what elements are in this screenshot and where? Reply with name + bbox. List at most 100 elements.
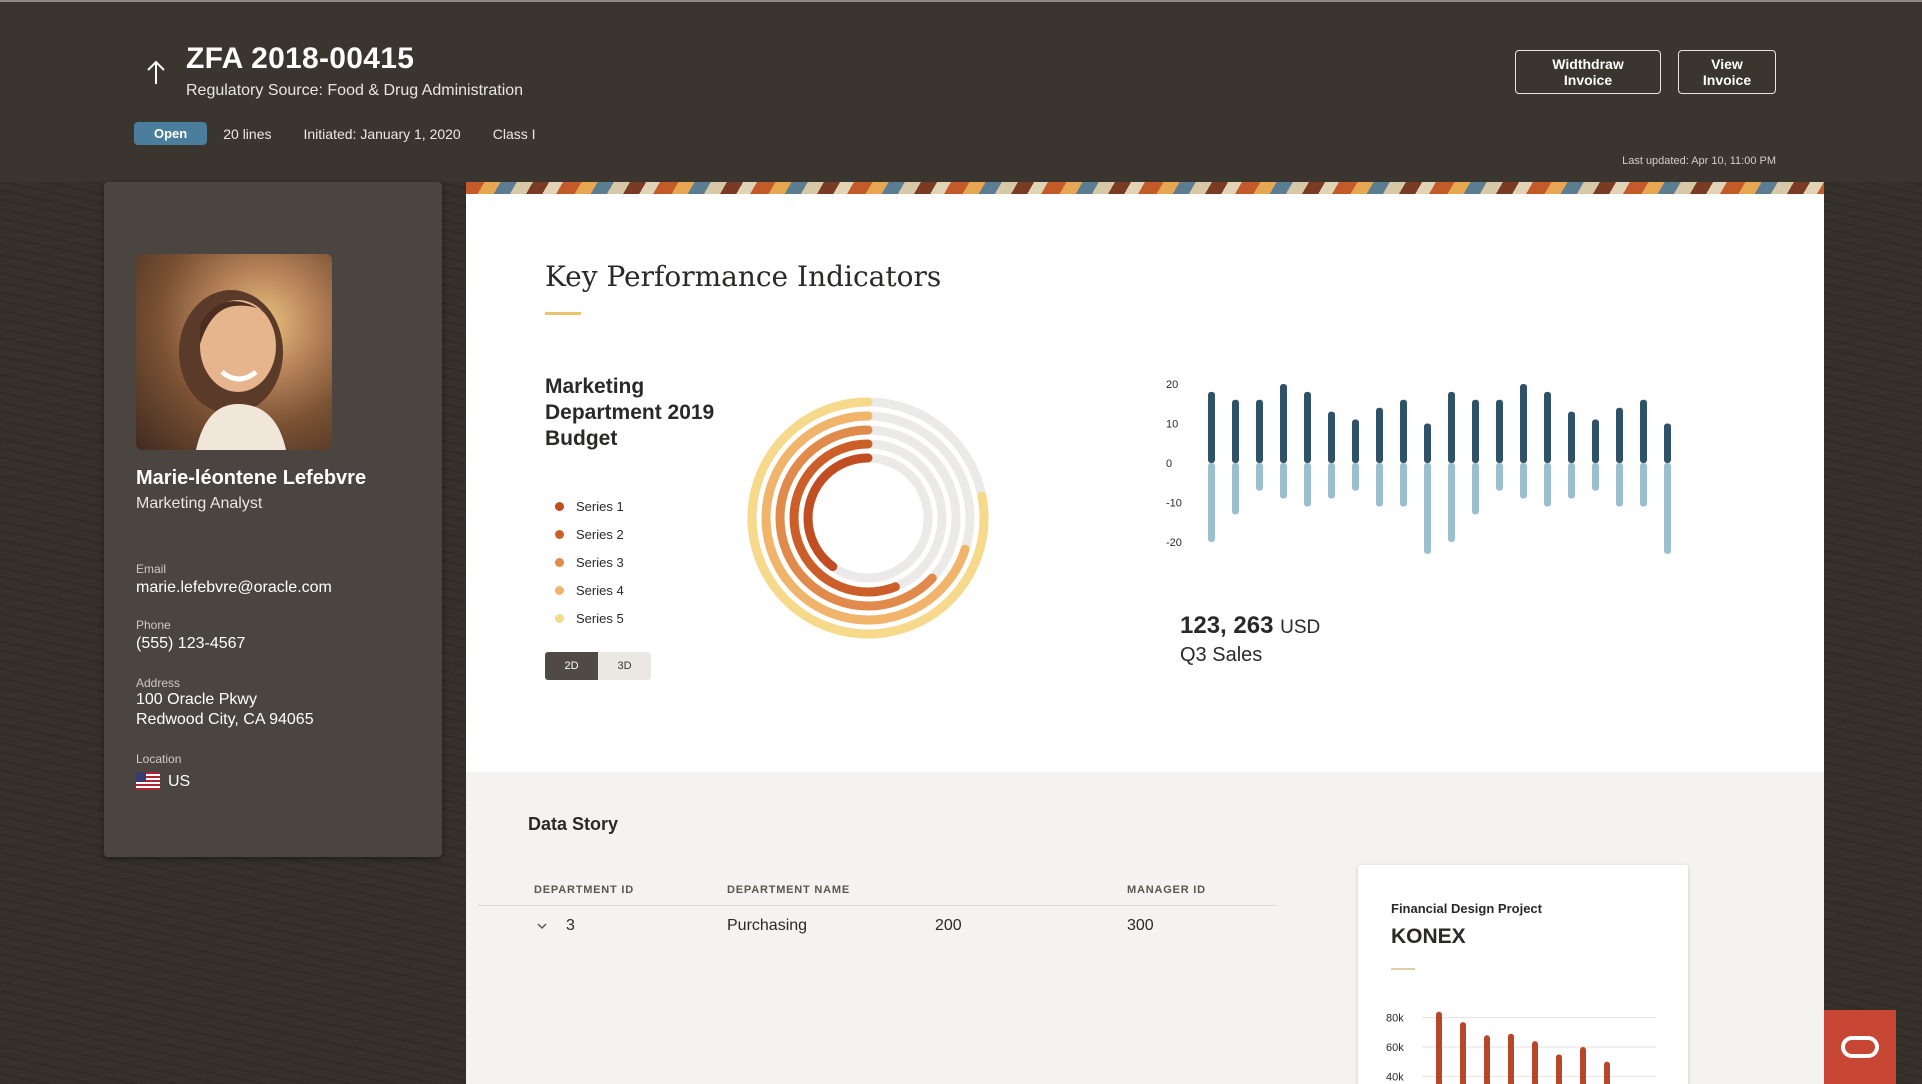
konex-bar[interactable]: [1460, 1022, 1466, 1084]
up-arrow-icon[interactable]: [145, 60, 167, 86]
bar-negative[interactable]: [1256, 463, 1263, 491]
bar-positive[interactable]: [1424, 423, 1431, 464]
kpi-title: Key Performance Indicators: [545, 260, 942, 293]
legend-item[interactable]: Series 3: [555, 548, 624, 576]
us-flag-icon: [136, 772, 160, 790]
withdraw-invoice-button[interactable]: Widthdraw Invoice: [1515, 50, 1661, 94]
bar-negative[interactable]: [1352, 463, 1359, 491]
bar-negative[interactable]: [1376, 463, 1383, 507]
bar-positive[interactable]: [1304, 391, 1311, 463]
konex-subtitle: Financial Design Project: [1391, 901, 1542, 916]
sales-unit: USD: [1280, 617, 1321, 638]
konex-bar[interactable]: [1508, 1033, 1514, 1084]
bar-negative[interactable]: [1520, 463, 1527, 499]
table-divider: [478, 905, 1276, 906]
bar-positive[interactable]: [1568, 411, 1575, 463]
profile-role: Marketing Analyst: [136, 495, 263, 512]
address-line1: 100 Oracle Pkwy: [136, 691, 257, 708]
konex-bar[interactable]: [1484, 1035, 1490, 1084]
bar-positive[interactable]: [1328, 411, 1335, 463]
bar-negative[interactable]: [1664, 463, 1671, 554]
legend-item[interactable]: Series 5: [555, 604, 624, 632]
bar-positive[interactable]: [1664, 423, 1671, 464]
bar-positive[interactable]: [1520, 384, 1527, 463]
konex-title: KONEX: [1391, 925, 1466, 948]
legend-label: Series 5: [576, 610, 624, 626]
legend-dot: [555, 585, 564, 595]
bar-negative[interactable]: [1424, 463, 1431, 554]
bar-positive[interactable]: [1592, 419, 1599, 463]
konex-bar[interactable]: [1604, 1061, 1610, 1084]
address-label: Address: [136, 676, 181, 690]
bar-positive[interactable]: [1496, 399, 1503, 463]
column-header-manager-id[interactable]: MANAGER ID: [1127, 884, 1206, 896]
bar-positive[interactable]: [1616, 407, 1623, 463]
email-value[interactable]: marie.lefebvre@oracle.com: [136, 578, 332, 598]
bar-negative[interactable]: [1568, 463, 1575, 499]
toggle-2d-button[interactable]: 2D: [545, 652, 598, 680]
sales-value: 123, 263 USD: [1180, 612, 1320, 640]
bar-negative[interactable]: [1616, 463, 1623, 507]
bar-positive[interactable]: [1352, 419, 1359, 463]
column-header-department-id[interactable]: DEPARTMENT ID: [534, 884, 634, 896]
legend-dot: [555, 501, 564, 511]
toggle-3d-button[interactable]: 3D: [598, 652, 651, 680]
konex-bar[interactable]: [1532, 1041, 1538, 1084]
bar-negative[interactable]: [1640, 463, 1647, 507]
location-label: Location: [136, 752, 182, 766]
lines-count: 20 lines: [223, 125, 272, 142]
legend-dot: [555, 613, 564, 623]
bar-negative[interactable]: [1496, 463, 1503, 491]
bar-positive[interactable]: [1280, 384, 1287, 463]
konex-bar-chart: 80k 60k 40k: [1386, 1011, 1656, 1084]
email-label: Email: [136, 562, 167, 576]
cell-extra-value: 200: [935, 917, 962, 934]
konex-bar[interactable]: [1580, 1047, 1586, 1084]
bar-negative[interactable]: [1544, 463, 1551, 507]
y-tick-label: -10: [1166, 498, 1182, 510]
y-tick-label: 0: [1166, 458, 1172, 470]
bar-negative[interactable]: [1400, 463, 1407, 507]
chevron-down-icon[interactable]: [536, 920, 548, 932]
bar-positive[interactable]: [1544, 391, 1551, 463]
legend-label: Series 1: [576, 498, 624, 514]
diverging-bar-chart: 20 10 0 -10 -20: [1166, 379, 1671, 554]
bar-negative[interactable]: [1472, 463, 1479, 515]
bar-positive[interactable]: [1448, 391, 1455, 463]
bar-negative[interactable]: [1208, 463, 1215, 542]
bar-negative[interactable]: [1232, 463, 1239, 515]
bar-positive[interactable]: [1472, 399, 1479, 463]
kpi-underline: [545, 312, 581, 315]
oracle-chat-button[interactable]: [1824, 1010, 1896, 1084]
bar-positive[interactable]: [1256, 399, 1263, 463]
bar-positive[interactable]: [1208, 391, 1215, 463]
status-badge: Open: [134, 122, 208, 145]
konex-card[interactable]: Financial Design Project KONEX 80k 60k 40k: [1358, 865, 1688, 1084]
bar-negative[interactable]: [1280, 463, 1287, 499]
bar-negative[interactable]: [1448, 463, 1455, 542]
column-header-department-name[interactable]: DEPARTMENT NAME: [727, 884, 850, 896]
bar-negative[interactable]: [1592, 463, 1599, 491]
cell-department-name: Purchasing: [727, 917, 808, 934]
y-tick-label: -20: [1166, 537, 1182, 549]
legend-dot: [555, 529, 564, 539]
view-invoice-button[interactable]: View Invoice: [1678, 50, 1776, 94]
legend-item[interactable]: Series 4: [555, 576, 624, 604]
bar-positive[interactable]: [1640, 399, 1647, 463]
konex-bar[interactable]: [1436, 1011, 1442, 1084]
bar-negative[interactable]: [1328, 463, 1335, 499]
legend-label: Series 2: [576, 526, 624, 542]
bar-positive[interactable]: [1376, 407, 1383, 463]
legend-item[interactable]: Series 1: [555, 492, 624, 520]
decorative-banner: [466, 182, 1824, 194]
legend-item[interactable]: Series 2: [555, 520, 624, 548]
bar-negative[interactable]: [1304, 463, 1311, 507]
y-tick-label: 10: [1166, 419, 1178, 431]
phone-label: Phone: [136, 618, 171, 632]
sales-label: Q3 Sales: [1180, 644, 1263, 666]
y-tick-label: 20: [1166, 379, 1178, 391]
bar-positive[interactable]: [1400, 399, 1407, 463]
meta-row: Open 20 lines Initiated: January 1, 2020…: [134, 122, 568, 145]
konex-bar[interactable]: [1556, 1054, 1562, 1084]
bar-positive[interactable]: [1232, 399, 1239, 463]
